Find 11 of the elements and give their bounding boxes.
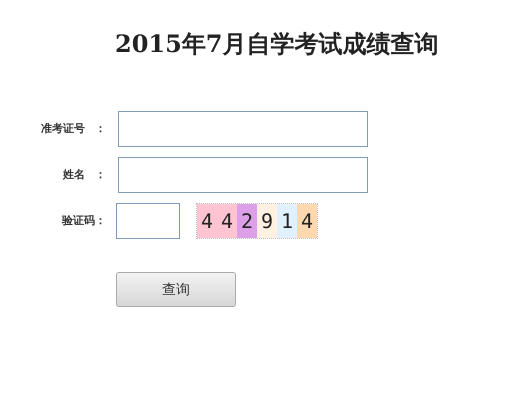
field-label: 姓名 — [63, 167, 85, 182]
page-title: 2015年7月自学考试成绩查询 — [115, 28, 440, 60]
input-field[interactable] — [118, 110, 368, 146]
field-label: 验证码： — [62, 213, 106, 228]
captcha-image: 4 4 2 9 1 4 — [196, 202, 318, 238]
input-field[interactable] — [118, 156, 368, 192]
captcha-input-field[interactable] — [116, 202, 180, 238]
label-colon: ： — [95, 121, 106, 136]
label-colon: ： — [95, 167, 106, 182]
query-button[interactable]: 查询 — [116, 272, 236, 307]
field-label: 准考证号 — [41, 121, 85, 136]
